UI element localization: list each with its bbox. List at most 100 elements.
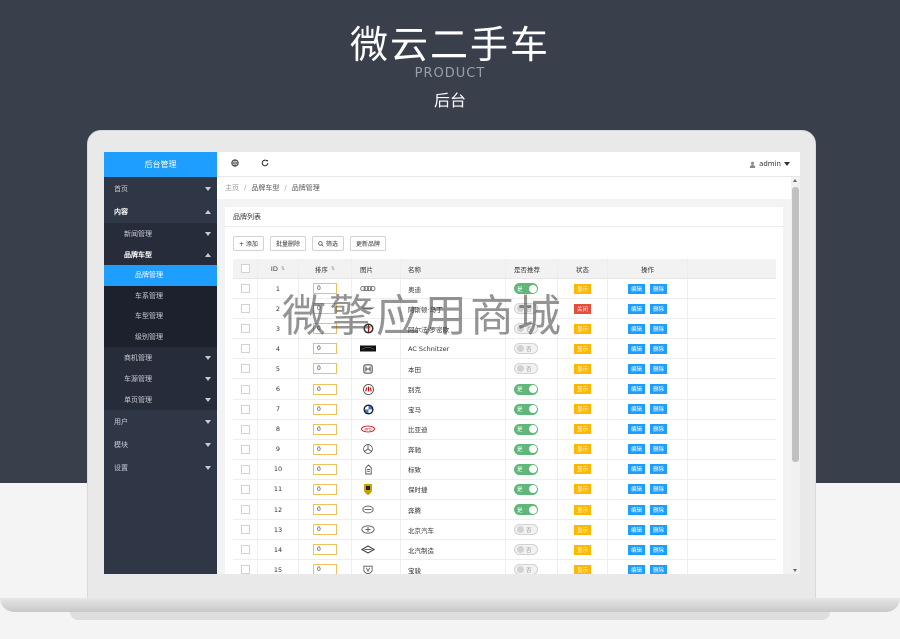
edit-button[interactable]: 编辑 <box>627 424 645 435</box>
delete-button[interactable]: 删除 <box>650 283 668 294</box>
delete-button[interactable]: 删除 <box>650 363 668 374</box>
sidebar-item-home[interactable]: 首页 <box>104 177 217 200</box>
filter-button[interactable]: 筛选 <box>311 236 344 251</box>
sidebar-item-model-manage[interactable]: 车型管理 <box>104 306 217 327</box>
sidebar-item-users[interactable]: 用户 <box>104 410 217 433</box>
row-checkbox[interactable] <box>240 304 250 314</box>
status-badge[interactable]: 显示 <box>573 343 591 354</box>
sidebar-header[interactable]: 后台管理 <box>104 152 217 177</box>
sort-input[interactable]: 0 <box>313 423 337 435</box>
breadcrumb-parent[interactable]: 品牌车型 <box>251 183 279 193</box>
row-checkbox[interactable] <box>240 484 250 494</box>
row-checkbox[interactable] <box>240 384 250 394</box>
user-menu[interactable]: admin <box>749 160 790 168</box>
delete-button[interactable]: 删除 <box>650 444 668 455</box>
edit-button[interactable]: 编辑 <box>627 504 645 515</box>
delete-button[interactable]: 删除 <box>650 504 668 515</box>
delete-button[interactable]: 删除 <box>650 343 668 354</box>
status-badge[interactable]: 显示 <box>573 444 591 455</box>
update-brand-button[interactable]: 更新品牌 <box>349 236 386 251</box>
sidebar-item-modules[interactable]: 模块 <box>104 433 217 456</box>
row-checkbox[interactable] <box>240 444 250 454</box>
recommend-toggle[interactable]: 是 <box>514 483 538 495</box>
edit-button[interactable]: 编辑 <box>627 444 645 455</box>
row-checkbox[interactable] <box>240 505 250 515</box>
edit-button[interactable]: 编辑 <box>627 544 645 555</box>
delete-button[interactable]: 删除 <box>650 404 668 415</box>
row-checkbox[interactable] <box>240 324 250 334</box>
status-badge[interactable]: 显示 <box>573 524 591 535</box>
status-badge[interactable]: 显示 <box>573 544 591 555</box>
sort-input[interactable]: 0 <box>313 343 337 355</box>
delete-button[interactable]: 删除 <box>650 323 668 334</box>
status-badge[interactable]: 显示 <box>573 384 591 395</box>
edit-button[interactable]: 编辑 <box>627 524 645 535</box>
status-badge[interactable]: 显示 <box>573 404 591 415</box>
sort-input[interactable]: 0 <box>313 463 337 475</box>
sort-input[interactable]: 0 <box>313 504 337 516</box>
sidebar-item-settings[interactable]: 设置 <box>104 456 217 479</box>
recommend-toggle[interactable]: 否 <box>514 343 538 355</box>
row-checkbox[interactable] <box>240 464 250 474</box>
row-checkbox[interactable] <box>240 364 250 374</box>
edit-button[interactable]: 编辑 <box>627 363 645 374</box>
recommend-toggle[interactable]: 是 <box>514 423 538 435</box>
row-checkbox[interactable] <box>240 284 250 294</box>
delete-button[interactable]: 删除 <box>650 564 668 574</box>
header-id[interactable]: ID ⇅ <box>258 259 299 278</box>
edit-button[interactable]: 编辑 <box>627 384 645 395</box>
edit-button[interactable]: 编辑 <box>627 484 645 495</box>
status-badge[interactable]: 显示 <box>573 424 591 435</box>
edit-button[interactable]: 编辑 <box>627 283 645 294</box>
sort-input[interactable]: 0 <box>313 363 337 375</box>
scroll-down-icon[interactable] <box>793 569 797 572</box>
refresh-icon[interactable] <box>261 159 269 170</box>
status-badge[interactable]: 显示 <box>573 323 591 334</box>
header-sort[interactable]: 排序 ⇅ <box>299 259 352 278</box>
recommend-toggle[interactable]: 否 <box>514 363 538 375</box>
row-checkbox[interactable] <box>240 525 250 535</box>
sort-input[interactable]: 0 <box>313 564 337 574</box>
row-checkbox[interactable] <box>240 545 250 555</box>
status-badge[interactable]: 关闭 <box>573 303 591 314</box>
sort-input[interactable]: 0 <box>313 524 337 536</box>
delete-button[interactable]: 删除 <box>650 544 668 555</box>
edit-button[interactable]: 编辑 <box>627 564 645 574</box>
recommend-toggle[interactable]: 是 <box>514 504 538 516</box>
sort-input[interactable]: 0 <box>313 443 337 455</box>
sidebar-item-leads[interactable]: 商机管理 <box>104 347 217 368</box>
sidebar-item-news[interactable]: 新闻管理 <box>104 223 217 244</box>
edit-button[interactable]: 编辑 <box>627 303 645 314</box>
status-badge[interactable]: 显示 <box>573 504 591 515</box>
recommend-toggle[interactable]: 否 <box>514 524 538 536</box>
sidebar-item-car-source[interactable]: 车源管理 <box>104 368 217 389</box>
sort-input[interactable]: 0 <box>313 403 337 415</box>
sidebar-item-content[interactable]: 内容 <box>104 200 217 223</box>
status-badge[interactable]: 显示 <box>573 283 591 294</box>
sidebar-item-brand-models[interactable]: 品牌车型 <box>104 244 217 265</box>
recommend-toggle[interactable]: 是 <box>514 463 538 475</box>
recommend-toggle[interactable]: 是 <box>514 383 538 395</box>
status-badge[interactable]: 显示 <box>573 464 591 475</box>
sidebar-item-brand-manage[interactable]: 品牌管理 <box>104 265 217 286</box>
recommend-toggle[interactable]: 否 <box>514 544 538 556</box>
status-badge[interactable]: 显示 <box>573 363 591 374</box>
add-button[interactable]: + 添加 <box>233 236 264 251</box>
vertical-scrollbar[interactable] <box>791 177 800 574</box>
status-badge[interactable]: 显示 <box>573 484 591 495</box>
sidebar-item-pages[interactable]: 单页管理 <box>104 389 217 410</box>
delete-button[interactable]: 删除 <box>650 464 668 475</box>
sort-input[interactable]: 0 <box>313 383 337 395</box>
globe-icon[interactable] <box>231 159 239 170</box>
batch-delete-button[interactable]: 批量删除 <box>269 236 306 251</box>
breadcrumb-home[interactable]: 主页 <box>225 183 239 193</box>
row-checkbox[interactable] <box>240 404 250 414</box>
row-checkbox[interactable] <box>240 424 250 434</box>
row-checkbox[interactable] <box>240 344 250 354</box>
sort-input[interactable]: 0 <box>313 544 337 556</box>
sort-input[interactable]: 0 <box>313 483 337 495</box>
delete-button[interactable]: 删除 <box>650 303 668 314</box>
select-all-checkbox[interactable] <box>240 264 250 273</box>
sidebar-item-series-manage[interactable]: 车系管理 <box>104 286 217 307</box>
recommend-toggle[interactable]: 是 <box>514 443 538 455</box>
